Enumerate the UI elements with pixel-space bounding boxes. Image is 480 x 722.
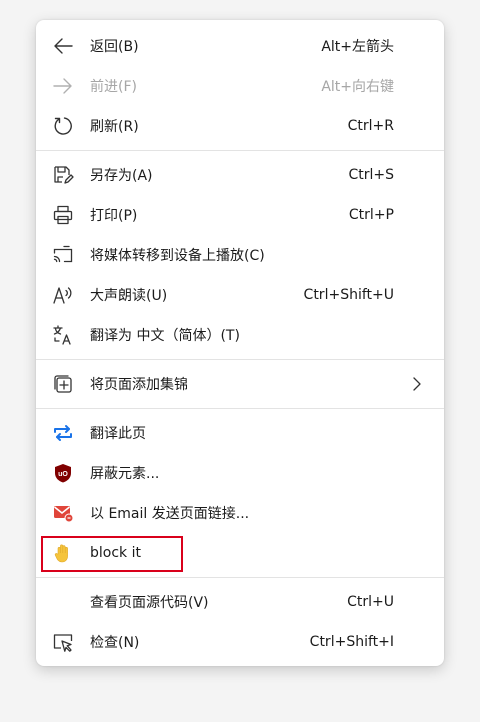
context-menu: 返回(B) Alt+左箭头 前进(F) Alt+向右键 刷新(R) Ctrl+R [36,20,444,666]
menu-item-shortcut: Ctrl+P [348,207,394,223]
menu-item-save-as[interactable]: 另存为(A) Ctrl+S [36,155,444,195]
menu-item-label: 刷新(R) [90,119,139,135]
translate-arrows-icon [52,422,74,444]
collection-add-icon [52,373,74,395]
menu-item-shortcut: Ctrl+Shift+U [303,287,394,303]
menu-item-label: 另存为(A) [90,168,153,184]
highlight-box [41,536,183,572]
menu-item-block-it[interactable]: block it [36,533,444,573]
translate-icon [52,324,74,346]
menu-item-label: 打印(P) [90,208,138,224]
menu-item-view-source[interactable]: 查看页面源代码(V) Ctrl+U [36,582,444,622]
menu-item-shortcut: Ctrl+U [347,594,394,610]
read-aloud-icon [52,284,74,306]
arrow-left-icon [52,35,74,57]
menu-item-label: 检查(N) [90,635,140,651]
cast-icon [52,244,74,266]
menu-item-shortcut: Ctrl+R [347,118,394,134]
email-icon [52,502,74,524]
printer-icon [52,204,74,226]
menu-item-label: 将页面添加集锦 [90,377,188,393]
menu-item-label: 将媒体转移到设备上播放(C) [90,248,265,264]
menu-item-inspect[interactable]: 检查(N) Ctrl+Shift+I [36,622,444,662]
menu-separator [36,359,444,360]
menu-item-back[interactable]: 返回(B) Alt+左箭头 [36,26,444,66]
menu-item-shortcut: Alt+向右键 [321,79,394,95]
menu-item-shortcut: Ctrl+S [348,167,394,183]
menu-item-label: 翻译此页 [90,426,146,442]
menu-item-label: 查看页面源代码(V) [90,595,209,611]
menu-item-refresh[interactable]: 刷新(R) Ctrl+R [36,106,444,146]
ublock-shield-icon: uO [52,462,74,484]
menu-item-shortcut: Ctrl+Shift+I [309,634,394,650]
menu-item-label: 屏蔽元素... [90,466,160,482]
menu-item-shortcut: Alt+左箭头 [321,39,394,55]
menu-item-label: 前进(F) [90,79,137,95]
save-as-icon [52,164,74,186]
menu-item-label: 以 Email 发送页面链接... [90,506,250,522]
menu-item-read-aloud[interactable]: 大声朗读(U) Ctrl+Shift+U [36,275,444,315]
menu-item-label: 翻译为 中文（简体）(T) [90,328,240,344]
menu-item-block-element[interactable]: uO 屏蔽元素... [36,453,444,493]
menu-separator [36,577,444,578]
menu-item-label: 返回(B) [90,39,139,55]
menu-item-label: 大声朗读(U) [90,288,168,304]
menu-separator [36,150,444,151]
menu-item-translate-page[interactable]: 翻译此页 [36,413,444,453]
svg-text:uO: uO [58,471,68,478]
menu-item-add-collection[interactable]: 将页面添加集锦 [36,364,444,404]
menu-item-print[interactable]: 打印(P) Ctrl+P [36,195,444,235]
menu-item-cast[interactable]: 将媒体转移到设备上播放(C) [36,235,444,275]
inspect-icon [52,631,74,653]
chevron-right-icon [410,376,424,392]
menu-item-translate-to[interactable]: 翻译为 中文（简体）(T) [36,315,444,355]
menu-item-forward[interactable]: 前进(F) Alt+向右键 [36,66,444,106]
arrow-right-icon [52,75,74,97]
refresh-icon [52,115,74,137]
menu-separator [36,408,444,409]
menu-item-email[interactable]: 以 Email 发送页面链接... [36,493,444,533]
